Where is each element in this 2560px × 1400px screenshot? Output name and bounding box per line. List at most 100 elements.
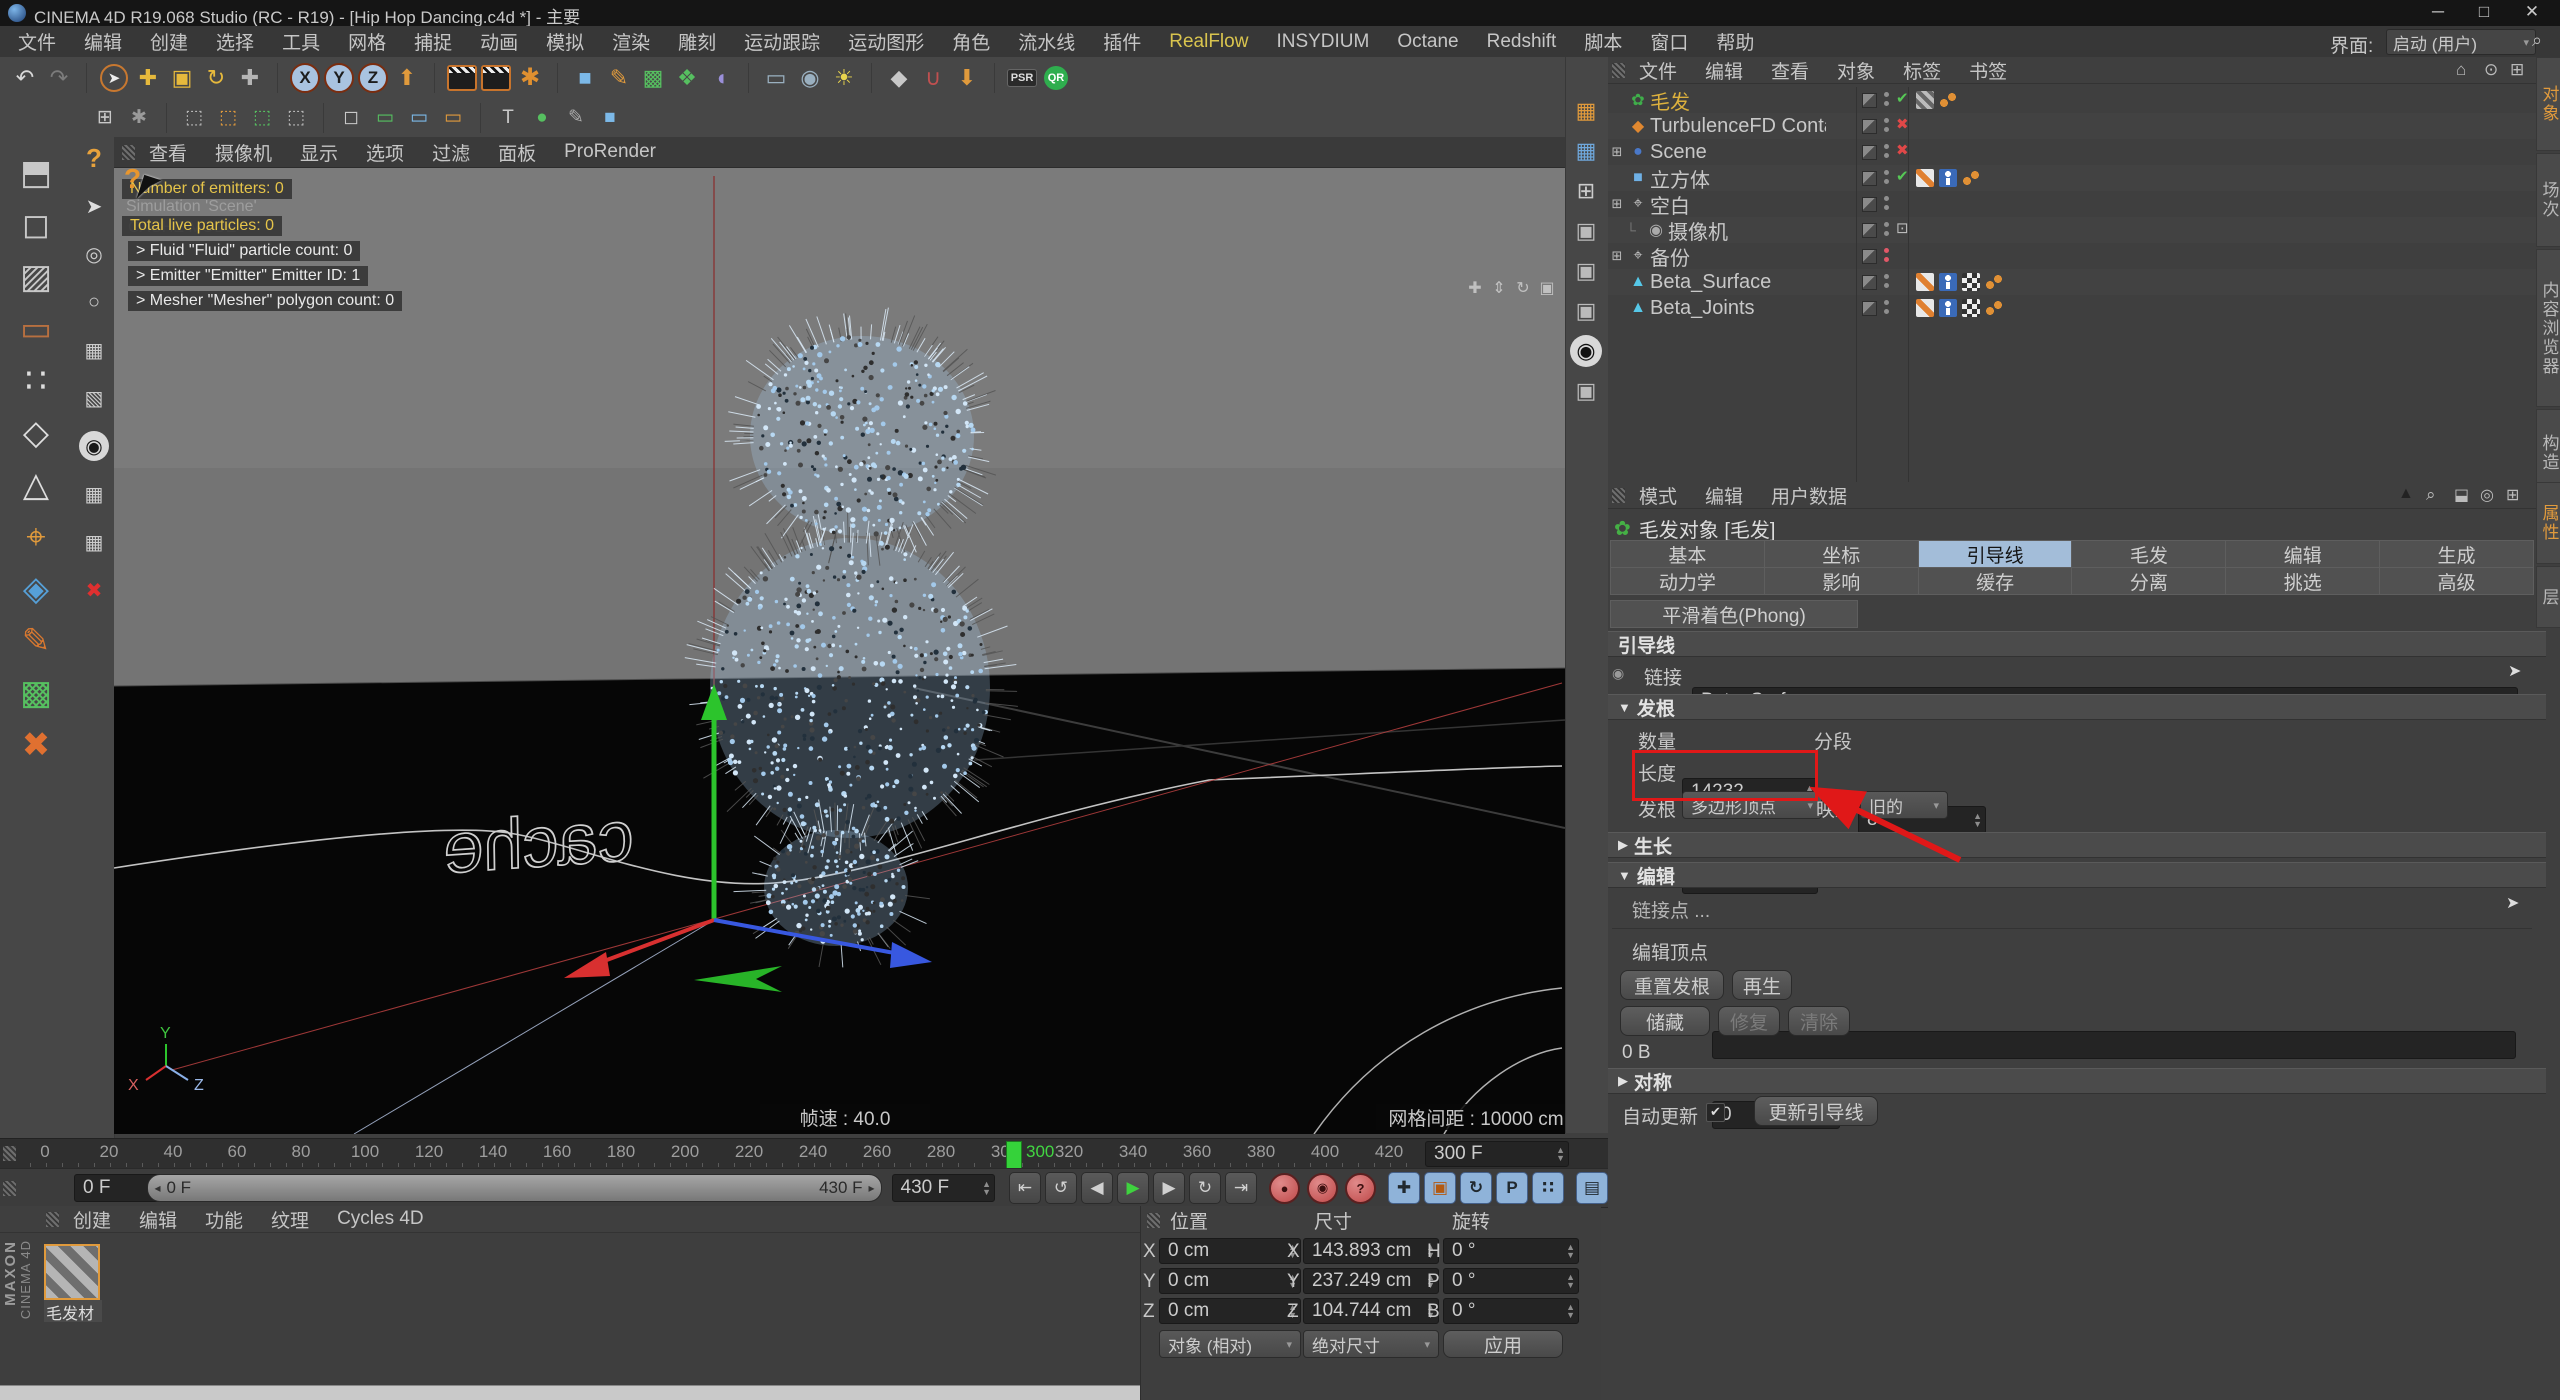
drag-handle-icon[interactable]	[3, 1181, 16, 1196]
plane-zy-icon[interactable]: ▭	[402, 101, 436, 135]
menu-item-创建[interactable]: 创建	[136, 28, 202, 55]
key-parameter-button[interactable]: P	[1496, 1172, 1528, 1204]
visibility-dots-icon[interactable]	[1884, 222, 1890, 237]
side-tab-属性[interactable]: 属性	[2536, 482, 2560, 564]
menu-item-网格[interactable]: 网格	[334, 28, 400, 55]
hatch-mode-icon[interactable]: ▩	[14, 671, 58, 715]
menu-item-文件[interactable]: 文件	[1625, 57, 1691, 84]
material-label[interactable]: 毛发材	[44, 1300, 102, 1322]
drag-handle-icon[interactable]	[1612, 63, 1625, 78]
close-button[interactable]: ✕	[2512, 2, 2552, 22]
filter-eye-icon[interactable]: ⊙	[2484, 60, 2498, 80]
workplane-icon[interactable]: ◻	[334, 101, 368, 135]
keyframe-selection-button[interactable]: ?	[1345, 1173, 1376, 1204]
menu-item-文件[interactable]: 文件	[4, 28, 70, 55]
subdivision-icon[interactable]: ▩	[636, 61, 670, 95]
deformer-icon[interactable]: ◖	[704, 61, 738, 95]
axis-x-icon[interactable]: X	[288, 61, 322, 95]
snap-toggle-icon[interactable]: ⊞	[88, 101, 122, 135]
character-tag-icon[interactable]	[1939, 273, 1957, 291]
redo-icon[interactable]: ↷	[42, 61, 76, 95]
axis-y-icon[interactable]: Y	[322, 61, 356, 95]
move-icon[interactable]: ✚	[131, 61, 165, 95]
camera-object-icon[interactable]: ◉	[793, 61, 827, 95]
menu-item-用户数据[interactable]: 用户数据	[1757, 482, 1861, 509]
palette-grid-blue-icon[interactable]: ▦	[1570, 135, 1602, 167]
menu-item-模拟[interactable]: 模拟	[532, 28, 598, 55]
plane-xz-icon[interactable]: ▭	[436, 101, 470, 135]
goto-start-button[interactable]: ⇤	[1009, 1172, 1041, 1204]
coordinate-field[interactable]: 0 °▲▼	[1443, 1298, 1579, 1324]
menu-item-编辑[interactable]: 编辑	[125, 1206, 191, 1233]
gravity-tool-icon[interactable]: ⬇	[950, 61, 984, 95]
search-icon[interactable]: ⌕	[2426, 485, 2436, 505]
rotate-icon[interactable]: ↻	[199, 61, 233, 95]
layer-toggle-icon[interactable]	[1862, 197, 1877, 212]
menu-item-编辑[interactable]: 编辑	[1691, 57, 1757, 84]
menu-item-流水线[interactable]: 流水线	[1004, 28, 1089, 55]
tab-挑选[interactable]: 挑选	[2226, 567, 2380, 595]
drag-handle-icon[interactable]	[122, 145, 135, 160]
menu-item-ProRender[interactable]: ProRender	[550, 141, 670, 163]
spinner-icon[interactable]: ▲▼	[1566, 1239, 1575, 1263]
drag-handle-icon[interactable]	[1147, 1213, 1160, 1228]
psr-icon[interactable]: PSR	[1005, 61, 1039, 95]
range-end-field[interactable]: 430 F▲▼	[892, 1174, 995, 1202]
grid-snap-icon[interactable]: ▦	[79, 335, 109, 365]
position-mode-dropdown[interactable]: 对象 (相对)▾	[1159, 1330, 1301, 1358]
menu-item-面板[interactable]: 面板	[484, 139, 550, 166]
palette-add-icon[interactable]: ⊞	[1570, 175, 1602, 207]
range-right-arrow-icon[interactable]: ▸	[869, 1181, 875, 1195]
apply-button[interactable]: 应用	[1443, 1330, 1563, 1358]
state-cam-icon[interactable]: ⊡	[1896, 219, 1909, 237]
menu-item-选择[interactable]: 选择	[202, 28, 268, 55]
side-tab-层[interactable]: 层	[2536, 566, 2560, 628]
viewport[interactable]: 查看摄像机显示选项过滤面板ProRender ✚⇕↻▣ cacheXYZ Num…	[114, 137, 1565, 1133]
cube2-icon[interactable]: ■	[593, 101, 627, 135]
record-keyframe-button[interactable]: ●	[1269, 1173, 1300, 1204]
state-cross-icon[interactable]: ✖	[1896, 115, 1909, 133]
state-check-icon[interactable]: ✔	[1896, 89, 1909, 107]
menu-item-编辑[interactable]: 编辑	[1691, 482, 1757, 509]
minimize-button[interactable]: ─	[2418, 2, 2458, 22]
uv-mode-icon[interactable]: ◈	[14, 567, 58, 611]
dynamic-guides-icon[interactable]: ▧	[79, 383, 109, 413]
palette-box-d-icon[interactable]: ▣	[1570, 375, 1602, 407]
make-editable-icon[interactable]: ⬒	[14, 151, 58, 195]
tab-缓存[interactable]: 缓存	[1919, 567, 2073, 595]
layer-toggle-icon[interactable]	[1862, 275, 1877, 290]
object-row[interactable]: ▲Beta_Surface	[1608, 269, 2536, 295]
spinner-icon[interactable]: ▲▼	[1566, 1269, 1575, 1293]
visibility-dots-icon[interactable]	[1884, 144, 1890, 159]
add-icon[interactable]: ⊞	[2510, 60, 2524, 80]
quantize-scale-icon[interactable]: ⬚	[211, 101, 245, 135]
reset-roots-button[interactable]: 重置发根	[1620, 970, 1724, 1000]
radio-icon[interactable]: ◉	[1612, 665, 1624, 682]
render-settings-icon[interactable]: ✱	[513, 61, 547, 95]
maximize-button[interactable]: □	[2464, 2, 2504, 22]
floor-object-icon[interactable]: ▭	[759, 61, 793, 95]
object-row[interactable]: ✿毛发✔	[1608, 87, 2536, 113]
snap-3d-icon[interactable]: ◎	[79, 239, 109, 269]
menu-item-摄像机[interactable]: 摄像机	[201, 139, 286, 166]
section-guides[interactable]: 引导线	[1608, 631, 2546, 657]
store-button[interactable]: 储藏	[1620, 1006, 1710, 1036]
visibility-dots-icon[interactable]	[1884, 196, 1890, 211]
palette-box-b-icon[interactable]: ▣	[1570, 255, 1602, 287]
object-row[interactable]: ▲Beta_Joints	[1608, 295, 2536, 321]
visibility-dots-icon[interactable]	[1884, 300, 1890, 315]
coordinate-field[interactable]: 143.893 cm▲▼	[1303, 1238, 1439, 1264]
points-mode-icon[interactable]: ∷	[14, 359, 58, 403]
quantize-move-icon[interactable]: ⬚	[177, 101, 211, 135]
menu-item-标签[interactable]: 标签	[1889, 57, 1955, 84]
menu-item-运动图形[interactable]: 运动图形	[834, 28, 938, 55]
timeline-mode-button[interactable]: ▤	[1576, 1172, 1608, 1204]
qr-icon[interactable]: QR	[1039, 61, 1073, 95]
auto-update-checkbox[interactable]: ✔	[1706, 1103, 1725, 1122]
section-growth[interactable]: ▶生长	[1608, 832, 2546, 858]
state-cross-icon[interactable]: ✖	[1896, 141, 1909, 159]
tab-坐标[interactable]: 坐标	[1765, 540, 1919, 568]
picker-icon[interactable]: ➤	[2506, 893, 2519, 913]
home-icon[interactable]: ⌂	[2456, 60, 2466, 80]
menu-item-纹理[interactable]: 纹理	[257, 1206, 323, 1233]
